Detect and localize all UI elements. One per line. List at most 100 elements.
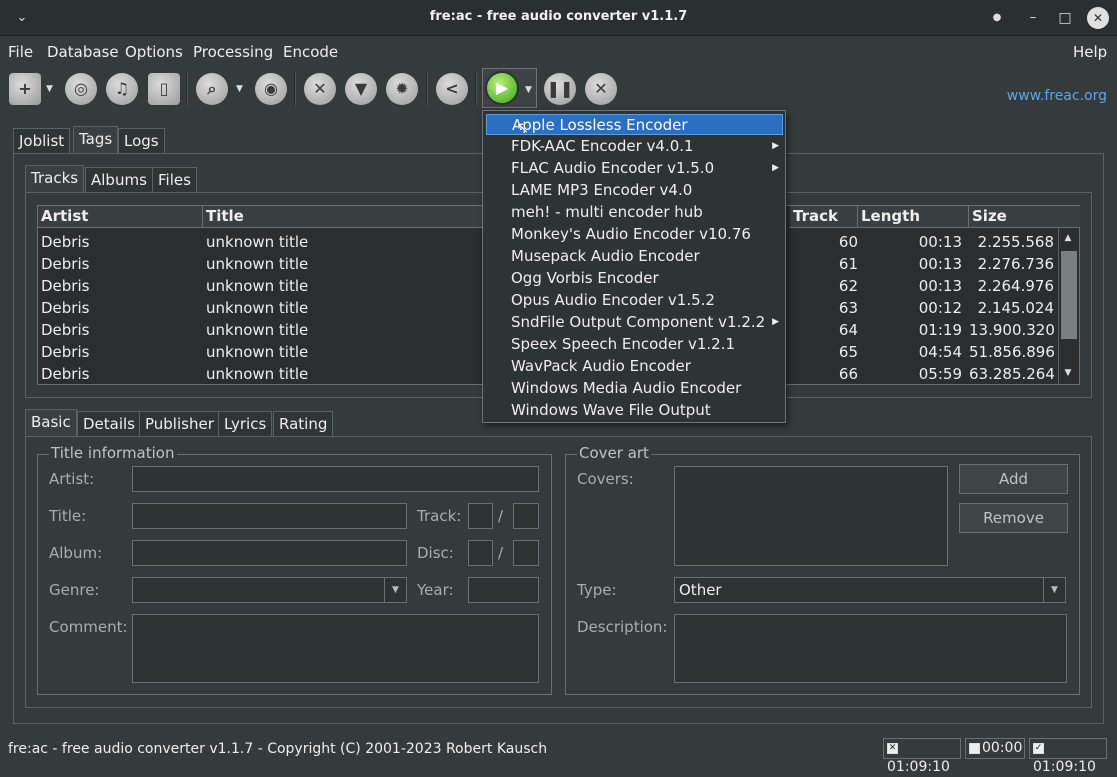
encoder-menu-item[interactable]: Monkey's Audio Encoder v10.76 — [486, 224, 783, 245]
encoder-menu-item-label: Windows Wave File Output — [511, 401, 711, 419]
encoder-menu-item[interactable]: WavPack Audio Encoder — [486, 356, 783, 377]
description-field[interactable] — [674, 614, 1067, 683]
encoder-dropdown-icon[interactable]: ▼ — [525, 85, 532, 95]
tab-publisher[interactable]: Publisher — [139, 411, 220, 437]
chevron-down-icon[interactable]: ▼ — [1043, 578, 1065, 602]
play-icon[interactable]: ▶ — [485, 71, 519, 105]
genre-combo[interactable]: ▼ — [132, 577, 407, 603]
encoder-menu-item-label: LAME MP3 Encoder v4.0 — [511, 181, 693, 199]
cell-title: unknown title — [206, 365, 309, 383]
cell-title: unknown title — [206, 255, 309, 273]
disc-total-field[interactable] — [513, 540, 539, 566]
cell-length: 00:13 — [918, 233, 962, 251]
tab-details[interactable]: Details — [77, 411, 142, 437]
cell-length: 00:13 — [918, 255, 962, 273]
tab-joblist[interactable]: Joblist — [13, 128, 71, 154]
menu-encode[interactable]: Encode — [283, 43, 338, 61]
tools-icon[interactable]: ✕ — [304, 73, 336, 105]
tab-logs[interactable]: Logs — [118, 128, 165, 154]
cover-art-heading: Cover art — [577, 444, 651, 462]
cell-artist: Debris — [41, 233, 90, 251]
column-header-size[interactable]: Size — [969, 206, 1080, 228]
encoder-menu-item[interactable]: LAME MP3 Encoder v4.0 — [486, 180, 783, 201]
minimize-button[interactable]: – — [1021, 6, 1045, 30]
tab-albums[interactable]: Albums — [85, 167, 153, 193]
share-icon[interactable]: < — [436, 73, 468, 105]
year-field[interactable] — [468, 577, 539, 603]
encoder-menu-item[interactable]: FLAC Audio Encoder v1.5.0 ▶ — [486, 158, 783, 179]
column-header-title[interactable]: Title — [203, 206, 483, 228]
keep-above-icon[interactable]: ● — [985, 6, 1009, 30]
disc-number-field[interactable] — [468, 540, 493, 566]
filter-icon[interactable]: ▼ — [345, 73, 377, 105]
column-header-artist[interactable]: Artist — [38, 206, 203, 228]
tab-rating[interactable]: Rating — [273, 411, 334, 437]
add-cd-icon[interactable]: ◎ — [65, 73, 97, 105]
cell-size: 2.276.736 — [977, 255, 1054, 273]
tab-tags[interactable]: Tags — [73, 126, 119, 154]
remove-cover-button[interactable]: Remove — [959, 503, 1068, 533]
track-total-field[interactable] — [513, 503, 539, 529]
genre-label: Genre: — [49, 581, 100, 599]
column-header-track[interactable]: Track — [790, 206, 858, 228]
cell-size: 2.145.024 — [977, 299, 1054, 317]
scroll-up-icon[interactable]: ▲ — [1061, 233, 1075, 243]
encoder-menu-item[interactable]: Windows Wave File Output — [486, 400, 783, 421]
encoder-menu-item[interactable]: Speex Speech Encoder v1.2.1 — [486, 334, 783, 355]
gear-icon[interactable]: ✹ — [386, 73, 418, 105]
album-field[interactable] — [132, 540, 407, 566]
comment-label: Comment: — [49, 618, 128, 636]
encoder-menu-item[interactable]: Apple Lossless Encoder — [486, 114, 783, 135]
stop-icon[interactable]: ✕ — [585, 73, 617, 105]
toolbar-separator — [426, 72, 428, 106]
table-scrollbar-thumb[interactable] — [1061, 251, 1077, 339]
encoder-menu-item[interactable]: Ogg Vorbis Encoder — [486, 268, 783, 289]
column-header-length[interactable]: Length — [858, 206, 969, 228]
cover-type-combo[interactable]: Other ▼ — [674, 577, 1066, 603]
encoder-menu-item-label: Windows Media Audio Encoder — [511, 379, 742, 397]
title-bar: ⌄ fre:ac - free audio converter v1.1.7 ●… — [0, 0, 1117, 36]
encoder-menu-item[interactable]: meh! - multi encoder hub — [486, 202, 783, 223]
scroll-down-icon[interactable]: ▼ — [1061, 368, 1075, 378]
track-number-field[interactable] — [468, 503, 493, 529]
cddb-query-icon[interactable]: ⌕ — [196, 73, 228, 105]
tab-tracks[interactable]: Tracks — [25, 165, 85, 193]
cddb-submit-icon[interactable]: ◉ — [255, 73, 287, 105]
menu-database[interactable]: Database — [47, 43, 119, 61]
tab-basic[interactable]: Basic — [25, 409, 77, 437]
menu-processing[interactable]: Processing — [193, 43, 273, 61]
website-link[interactable]: www.freac.org — [1007, 88, 1107, 104]
cell-track: 61 — [838, 255, 858, 273]
add-files-icon[interactable]: + — [9, 73, 41, 105]
music-note-icon[interactable]: ♫ — [106, 73, 138, 105]
add-files-dropdown-icon[interactable]: ▼ — [46, 84, 53, 94]
submenu-arrow-icon: ▶ — [772, 141, 779, 151]
comment-field[interactable] — [132, 614, 539, 683]
maximize-button[interactable]: □ — [1053, 6, 1077, 30]
title-field[interactable] — [132, 503, 407, 529]
cddb-dropdown-icon[interactable]: ▼ — [236, 84, 243, 94]
status-text: fre:ac - free audio converter v1.1.7 - C… — [8, 741, 548, 757]
encoder-menu-item[interactable]: Musepack Audio Encoder — [486, 246, 783, 267]
encoder-menu-item[interactable]: Opus Audio Encoder v1.5.2 — [486, 290, 783, 311]
encoder-menu-item[interactable]: FDK-AAC Encoder v4.0.1 ▶ — [486, 136, 783, 157]
add-cover-button[interactable]: Add — [959, 464, 1068, 494]
encoder-menu-item[interactable]: Windows Media Audio Encoder — [486, 378, 783, 399]
close-button[interactable]: ✕ — [1087, 7, 1109, 29]
submenu-arrow-icon: ▶ — [772, 163, 779, 173]
tab-lyrics[interactable]: Lyrics — [218, 411, 273, 437]
menu-file[interactable]: File — [8, 43, 33, 61]
toolbar-separator — [475, 72, 477, 106]
menu-help[interactable]: Help — [1073, 43, 1107, 61]
chevron-down-icon[interactable]: ▼ — [384, 578, 406, 602]
pause-icon[interactable]: ❚❚ — [544, 73, 576, 105]
cell-track: 65 — [838, 343, 858, 361]
encoder-menu-item[interactable]: SndFile Output Component v1.2.2 ▶ — [486, 312, 783, 333]
tab-files[interactable]: Files — [152, 167, 197, 193]
artist-field[interactable] — [132, 466, 539, 492]
covers-list[interactable] — [674, 466, 948, 566]
trash-icon[interactable]: ▯ — [148, 73, 180, 105]
menu-options[interactable]: Options — [125, 43, 183, 61]
cell-track: 60 — [838, 233, 858, 251]
encoder-menu-item-label: Ogg Vorbis Encoder — [511, 269, 659, 287]
